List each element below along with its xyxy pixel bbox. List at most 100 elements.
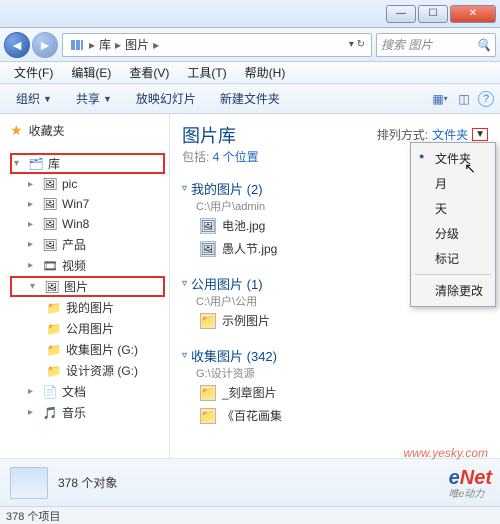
sidebar-item-pictures[interactable]: ▾ 🖼 图片 xyxy=(10,276,165,297)
dropdown-item-month[interactable]: 月 xyxy=(413,171,493,196)
image-file-icon: 🖼 xyxy=(200,218,216,234)
sidebar-item-library[interactable]: ▾ 🗂 库 xyxy=(10,153,165,174)
sidebar-item-mypics[interactable]: 📁我的图片 xyxy=(10,297,165,318)
arrange-dropdown-button[interactable]: ▼ xyxy=(472,128,488,141)
arrange-by: 排列方式: 文件夹 ▼ xyxy=(377,122,488,143)
dropdown-item-tag[interactable]: 标记 xyxy=(413,246,493,271)
favorites-label: 收藏夹 xyxy=(29,122,65,139)
view-options-icon[interactable]: ▦▾ xyxy=(430,89,450,109)
expander-closed-icon[interactable]: ▸ xyxy=(28,407,38,418)
pictures-icon: 🖼 xyxy=(44,279,60,295)
expander-closed-icon[interactable]: ▸ xyxy=(28,239,38,250)
maximize-button[interactable]: ☐ xyxy=(418,5,448,23)
breadcrumb-root[interactable]: 库 xyxy=(99,36,111,53)
group-header[interactable]: ▿收集图片 (342) xyxy=(182,346,488,365)
menu-file[interactable]: 文件(F) xyxy=(6,62,61,83)
slideshow-button[interactable]: 放映幻灯片 xyxy=(126,87,206,110)
newfolder-button[interactable]: 新建文件夹 xyxy=(210,87,290,110)
details-thumbnail xyxy=(10,467,48,499)
group-title: 我的图片 (2) xyxy=(191,179,263,198)
organize-button[interactable]: 组织▼ xyxy=(6,87,62,110)
sidebar: ★ 收藏夹 ▾ 🗂 库 ▸🖼pic ▸🖼Win7 ▸🖼Win8 ▸🖼产品 ▸🎞视… xyxy=(0,114,170,458)
library-icon: 🗂 xyxy=(28,156,44,172)
sidebar-label: 公用图片 xyxy=(66,320,114,337)
search-placeholder: 搜索 图片 xyxy=(381,36,432,53)
statusbar: 378 个项目 xyxy=(0,506,500,524)
content-pane: 图片库 包括: 4 个位置 排列方式: 文件夹 ▼ 文件夹 月 天 分级 标记 … xyxy=(170,114,500,458)
dropdown-item-day[interactable]: 天 xyxy=(413,196,493,221)
dropdown-item-rating[interactable]: 分级 xyxy=(413,221,493,246)
sidebar-label: 视频 xyxy=(62,257,86,274)
library-item-icon: 🖼 xyxy=(42,237,58,253)
expander-open-icon: ▿ xyxy=(182,183,187,194)
chevron-right-icon: ▸ xyxy=(153,38,159,52)
sidebar-item-documents[interactable]: ▸📄文档 xyxy=(10,381,165,402)
minimize-button[interactable]: — xyxy=(386,5,416,23)
sidebar-label: 库 xyxy=(48,155,60,172)
locations-link[interactable]: 4 个位置 xyxy=(213,150,259,164)
expander-open-icon[interactable]: ▾ xyxy=(30,281,40,292)
folder-icon: 📁 xyxy=(46,363,62,379)
share-button[interactable]: 共享▼ xyxy=(66,87,122,110)
expander-closed-icon[interactable]: ▸ xyxy=(28,260,38,271)
file-label: 示例图片 xyxy=(222,312,270,329)
folder-icon: 📁 xyxy=(46,300,62,316)
sidebar-label: 收集图片 (G:) xyxy=(66,341,138,358)
file-item[interactable]: 📁 《百花画集 xyxy=(182,404,488,427)
preview-pane-icon[interactable]: ◫ xyxy=(454,89,474,109)
expander-closed-icon[interactable]: ▸ xyxy=(28,219,38,230)
chevron-down-icon: ▼ xyxy=(43,94,52,104)
expander-closed-icon[interactable]: ▸ xyxy=(28,179,38,190)
sidebar-item-win7[interactable]: ▸🖼Win7 xyxy=(10,194,165,214)
image-file-icon: 🖼 xyxy=(200,241,216,257)
star-icon: ★ xyxy=(10,122,23,139)
sidebar-label: 产品 xyxy=(62,236,86,253)
forward-button[interactable]: ► xyxy=(32,32,58,58)
file-label: 《百花画集 xyxy=(222,407,282,424)
watermark-enet: eNet 唯e动力 xyxy=(449,467,492,500)
menu-edit[interactable]: 编辑(E) xyxy=(63,62,119,83)
sidebar-item-collectpics[interactable]: 📁收集图片 (G:) xyxy=(10,339,165,360)
menu-help[interactable]: 帮助(H) xyxy=(237,62,294,83)
search-icon: 🔍 xyxy=(476,38,491,52)
expander-closed-icon[interactable]: ▸ xyxy=(28,199,38,210)
folder-icon: 📁 xyxy=(200,408,216,424)
sidebar-label: pic xyxy=(62,177,77,191)
expander-open-icon[interactable]: ▾ xyxy=(14,158,24,169)
menu-view[interactable]: 查看(V) xyxy=(121,62,177,83)
breadcrumb[interactable]: ▸ 库 ▸ 图片 ▸ ▾ ↻ xyxy=(62,33,372,57)
expander-open-icon: ▿ xyxy=(182,350,187,361)
file-label: _刻章图片 xyxy=(222,384,277,401)
menubar: 文件(F) 编辑(E) 查看(V) 工具(T) 帮助(H) xyxy=(0,62,500,84)
sidebar-label: 图片 xyxy=(64,278,88,295)
sidebar-item-product[interactable]: ▸ 🖼产品 xyxy=(10,234,165,255)
menu-tools[interactable]: 工具(T) xyxy=(179,62,234,83)
file-item[interactable]: 📁示例图片 xyxy=(182,309,488,332)
file-item[interactable]: 📁_刻章图片 xyxy=(182,381,488,404)
search-input[interactable]: 搜索 图片 🔍 xyxy=(376,33,496,57)
sidebar-item-pic[interactable]: ▸🖼pic xyxy=(10,174,165,194)
chevron-right-icon: ▸ xyxy=(115,38,121,52)
back-button[interactable]: ◄ xyxy=(4,32,30,58)
sidebar-item-win8[interactable]: ▸🖼Win8 xyxy=(10,214,165,234)
expander-open-icon: ▿ xyxy=(182,278,187,289)
sidebar-item-video[interactable]: ▸🎞视频 xyxy=(10,255,165,276)
file-label: 电池.jpg xyxy=(222,217,265,234)
help-icon[interactable]: ? xyxy=(478,91,494,107)
breadcrumb-current[interactable]: 图片 xyxy=(125,36,149,53)
dropdown-item-folder[interactable]: 文件夹 xyxy=(413,146,493,171)
main: ★ 收藏夹 ▾ 🗂 库 ▸🖼pic ▸🖼Win7 ▸🖼Win8 ▸🖼产品 ▸🎞视… xyxy=(0,114,500,458)
arrange-value[interactable]: 文件夹 xyxy=(432,126,468,143)
group-title: 公用图片 (1) xyxy=(191,274,263,293)
sidebar-item-publicpics[interactable]: 📁公用图片 xyxy=(10,318,165,339)
group-path: G:\设计资源 xyxy=(182,365,488,381)
library-item-icon: 🖼 xyxy=(42,216,58,232)
watermark-yesky: www.yesky.com xyxy=(404,446,488,460)
favorites-header[interactable]: ★ 收藏夹 xyxy=(10,122,165,139)
breadcrumb-dropdown-icon[interactable]: ▾ ↻ xyxy=(349,39,365,50)
close-button[interactable]: ✕ xyxy=(450,5,496,23)
sidebar-item-music[interactable]: ▸🎵音乐 xyxy=(10,402,165,423)
dropdown-item-clear[interactable]: 清除更改 xyxy=(413,278,493,303)
expander-closed-icon[interactable]: ▸ xyxy=(28,386,38,397)
sidebar-item-designres[interactable]: 📁设计资源 (G:) xyxy=(10,360,165,381)
